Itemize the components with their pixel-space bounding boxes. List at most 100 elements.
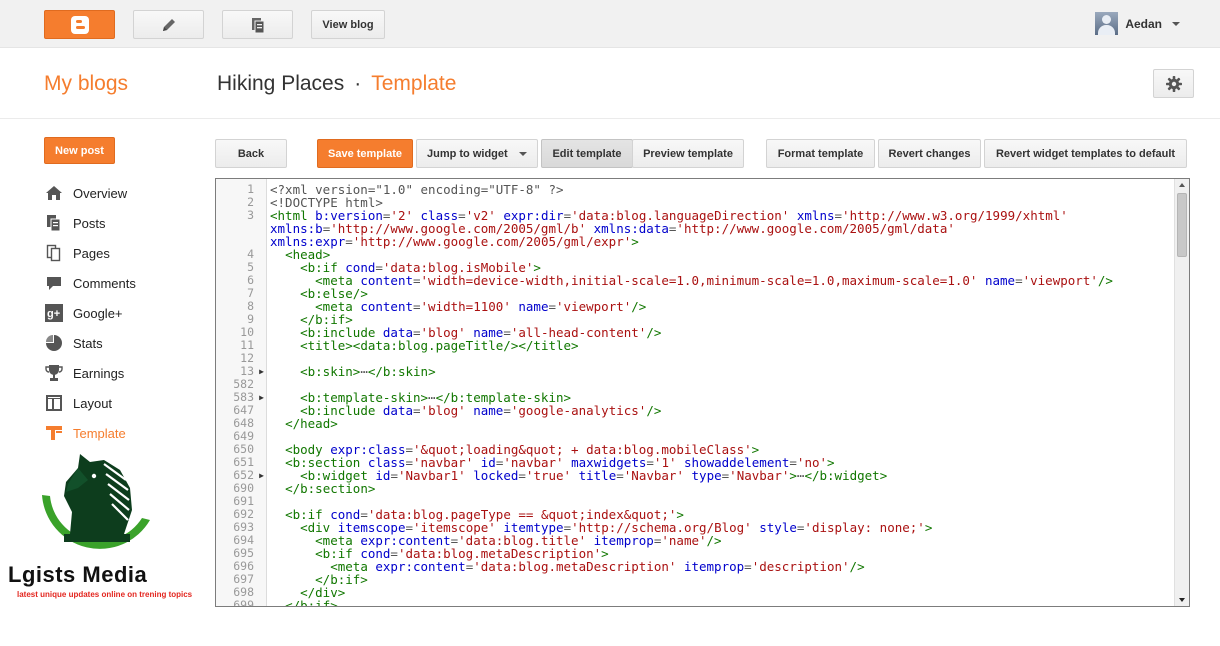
trophy-icon <box>44 364 63 382</box>
line-number <box>216 222 254 235</box>
posts-icon <box>44 214 63 232</box>
format-template-button[interactable]: Format template <box>766 139 875 168</box>
sidebar-item-earnings[interactable]: Earnings <box>44 358 204 388</box>
svg-text:g+: g+ <box>47 308 60 320</box>
revert-widget-templates-button[interactable]: Revert widget templates to default <box>984 139 1187 168</box>
scrollbar-thumb[interactable] <box>1177 193 1187 257</box>
template-code-editor[interactable]: 1 <?xml version="1.0" encoding="UTF-8" ?>… <box>215 178 1190 607</box>
sidebar-item-label: Posts <box>73 215 106 231</box>
view-blog-button[interactable]: View blog <box>311 10 385 39</box>
my-blogs-link[interactable]: My blogs <box>44 72 128 96</box>
breadcrumb: Hiking Places · Template <box>217 72 456 96</box>
line-number: 699 <box>233 598 254 607</box>
posts-list-button[interactable] <box>222 10 293 39</box>
code-text: <title><data:blog.pageTitle/></title> <box>300 338 579 353</box>
sidebar-item-posts[interactable]: Posts <box>44 208 204 238</box>
sidebar-item-overview[interactable]: Overview <box>44 178 204 208</box>
sidebar-item-stats[interactable]: Stats <box>44 328 204 358</box>
scroll-down-icon[interactable] <box>1179 598 1185 602</box>
top-bar: View blog Aedan <box>0 0 1220 48</box>
code-line: 690 </b:section> <box>216 481 1176 496</box>
blog-name[interactable]: Hiking Places <box>217 72 344 95</box>
page-title: Template <box>371 72 457 95</box>
google-plus-icon: g+ <box>44 304 63 322</box>
sidebar-item-label: Stats <box>73 335 103 351</box>
revert-changes-button[interactable]: Revert changes <box>878 139 981 168</box>
pages-icon <box>44 244 63 262</box>
new-post-button[interactable]: New post <box>44 137 115 164</box>
code-line: 8 <meta content='width=1100' name='viewp… <box>216 300 1176 314</box>
code-line: 11 <title><data:blog.pageTitle/></title> <box>216 338 1176 353</box>
page-header: My blogs Hiking Places · Template <box>0 49 1220 119</box>
scroll-up-icon[interactable] <box>1179 183 1185 187</box>
layout-icon <box>44 394 63 412</box>
code-line: 697 </b:if> <box>216 573 1176 587</box>
gear-icon <box>1165 75 1182 92</box>
chevron-down-icon <box>519 151 527 156</box>
editor-scrollbar[interactable] <box>1174 179 1189 606</box>
new-post-pencil-button[interactable] <box>133 10 204 39</box>
settings-button[interactable] <box>1153 69 1194 98</box>
preview-template-button[interactable]: Preview template <box>632 139 744 168</box>
sidebar-item-label: Google+ <box>73 305 123 321</box>
sidebar-item-pages[interactable]: Pages <box>44 238 204 268</box>
save-template-button[interactable]: Save template <box>317 139 413 168</box>
code-text: </b:if> <box>285 598 338 607</box>
back-button[interactable]: Back <box>215 139 287 168</box>
code-text: <meta content='width=device-width,initia… <box>315 273 1113 288</box>
edit-template-button[interactable]: Edit template <box>541 139 633 168</box>
sidebar-item-layout[interactable]: Layout <box>44 388 204 418</box>
fold-arrow-icon[interactable]: ▶ <box>254 391 269 404</box>
sidebar-item-label: Comments <box>73 275 136 291</box>
sidebar-nav: Overview Posts Pages Comments g+ Google+… <box>44 178 204 448</box>
pages-icon <box>251 17 264 33</box>
code-line: xmlns:expr='http://www.google.com/2005/g… <box>216 235 1176 248</box>
logo-tagline: latest unique updates online on trening … <box>17 590 193 599</box>
code-line: 699 </b:if> <box>216 599 1176 607</box>
blogger-home-button[interactable] <box>44 10 115 39</box>
account-menu[interactable]: Aedan <box>1095 12 1180 35</box>
logo-name: Lgists Media <box>8 562 148 587</box>
code-line: 647 <b:include data='blog' name='google-… <box>216 404 1176 418</box>
pencil-icon <box>162 18 175 31</box>
fold-arrow-icon[interactable]: ▶ <box>254 365 269 378</box>
sidebar-item-label: Overview <box>73 185 128 201</box>
code-line: 698 </div> <box>216 586 1176 600</box>
code-line: 13 ▶ <b:skin>⋯</b:skin> <box>216 365 1176 379</box>
avatar <box>1095 12 1119 35</box>
line-number: 3 <box>247 208 254 222</box>
sidebar-item-comments[interactable]: Comments <box>44 268 204 298</box>
code-lines: 1 <?xml version="1.0" encoding="UTF-8" ?>… <box>216 183 1176 607</box>
fold-arrow-icon[interactable]: ▶ <box>254 469 269 482</box>
jump-to-widget-dropdown[interactable]: Jump to widget <box>416 139 538 168</box>
blogger-logo-icon <box>70 15 89 34</box>
code-text: </b:section> <box>285 481 376 496</box>
sidebar-item-label: Earnings <box>73 365 125 381</box>
sidebar-item-label: Layout <box>73 395 113 411</box>
chevron-down-icon <box>1172 21 1180 26</box>
sidebar-item-google-plus[interactable]: g+ Google+ <box>44 298 204 328</box>
sidebar-item-label: Pages <box>73 245 110 261</box>
